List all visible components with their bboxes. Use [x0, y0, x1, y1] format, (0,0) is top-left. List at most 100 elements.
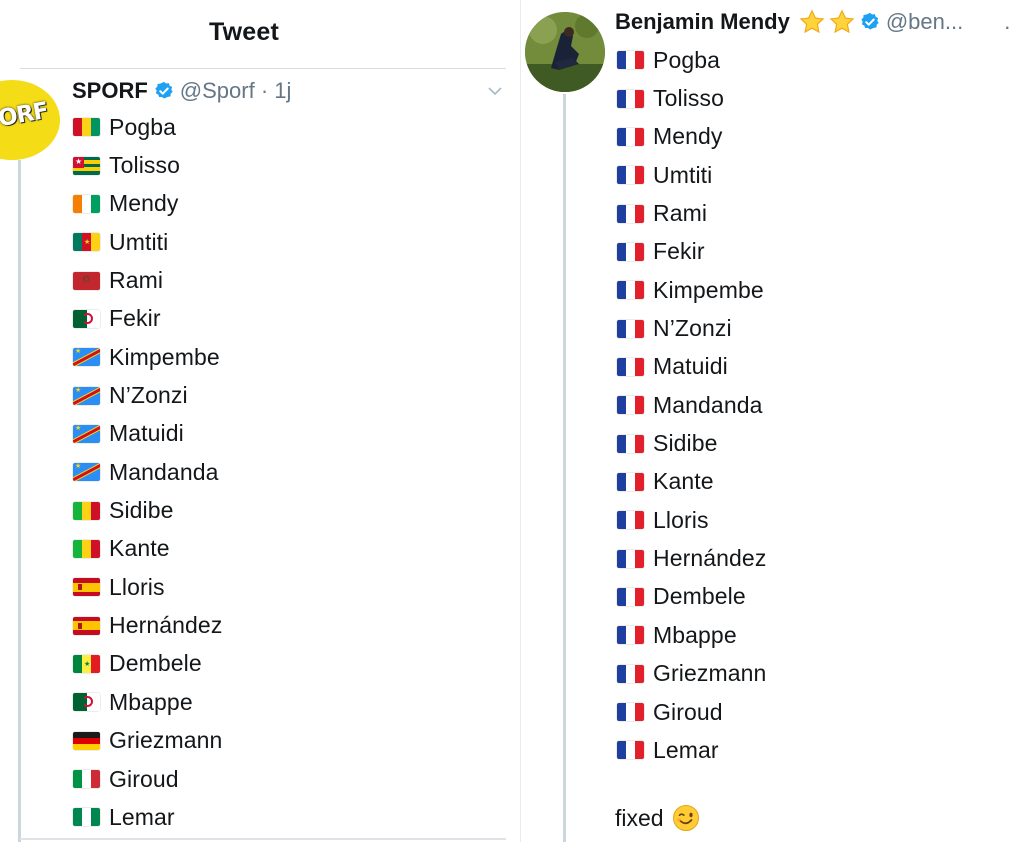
france-flag-icon: [617, 396, 644, 415]
france-flag-icon: [617, 319, 644, 338]
player-list: Pogba Tolisso Mendy Umtiti Rami Fekir Kimpembe…: [617, 41, 766, 770]
author-name[interactable]: Benjamin Mendy: [615, 9, 790, 35]
bottom-divider: [20, 838, 506, 840]
list-item: ★ N’Zonzi: [73, 376, 222, 414]
player-name: Mendy: [109, 190, 179, 217]
list-item: Sidibe: [73, 491, 222, 529]
list-item: Lemar: [617, 731, 766, 769]
france-flag-icon: [617, 587, 644, 606]
original-tweet-panel: Tweet ORF SPORF @Sporf · 1j Pogba ★ Toliss…: [0, 0, 508, 842]
ivory-coast-flag-icon: [73, 194, 100, 213]
list-item: Fekir: [73, 300, 222, 338]
france-flag-icon: [617, 626, 644, 645]
chevron-down-icon[interactable]: [488, 86, 502, 96]
list-item: Mendy: [617, 118, 766, 156]
list-item: Giroud: [617, 693, 766, 731]
list-item: Kante: [617, 463, 766, 501]
france-flag-icon: [617, 664, 644, 683]
france-flag-icon: [617, 281, 644, 300]
france-flag-icon: [617, 434, 644, 453]
player-list: Pogba ★ Tolisso Mendy ★ Umtiti ✩ Rami Fekir ★ Kimp…: [73, 108, 222, 837]
france-flag-icon: [617, 511, 644, 530]
mendy-avatar[interactable]: [525, 12, 605, 92]
thread-line: [563, 94, 566, 842]
list-item: Lloris: [617, 501, 766, 539]
author-name[interactable]: SPORF: [72, 78, 148, 104]
nigeria-flag-icon: [73, 808, 100, 827]
france-flag-icon: [617, 357, 644, 376]
player-name: N’Zonzi: [653, 315, 732, 342]
player-name: Giroud: [653, 698, 723, 725]
player-name: Kante: [109, 535, 170, 562]
player-name: Hernández: [109, 612, 223, 639]
list-item: Hernández: [73, 606, 222, 644]
list-item: ★ Dembele: [73, 645, 222, 683]
star-icon: [799, 9, 825, 34]
star-emojis: [798, 8, 858, 36]
list-item: N’Zonzi: [617, 309, 766, 347]
player-name: Lemar: [653, 736, 719, 763]
list-item: Fekir: [617, 233, 766, 271]
player-name: Pogba: [109, 113, 177, 140]
winking-face-icon: [672, 805, 699, 831]
dr-congo-flag-icon: ★: [73, 424, 100, 443]
france-flag-icon: [617, 89, 644, 108]
player-name: Sidibe: [109, 497, 174, 524]
player-name: Hernández: [653, 545, 767, 572]
reply-footer: fixed: [615, 804, 700, 832]
dr-congo-flag-icon: ★: [73, 348, 100, 367]
list-item: Mendy: [73, 185, 222, 223]
player-name: Rami: [653, 200, 708, 227]
dr-congo-flag-icon: ★: [73, 463, 100, 482]
list-item: Mandanda: [617, 386, 766, 424]
france-flag-icon: [617, 472, 644, 491]
player-name: Umtiti: [653, 161, 713, 188]
author-handle[interactable]: @ben...: [886, 9, 963, 35]
algeria-flag-icon: [73, 693, 100, 712]
list-item: ★ Matuidi: [73, 415, 222, 453]
france-flag-icon: [617, 166, 644, 185]
france-flag-icon: [617, 127, 644, 146]
list-item: Hernández: [617, 539, 766, 577]
player-name: Griezmann: [109, 727, 223, 754]
cameroon-flag-icon: ★: [73, 233, 100, 252]
player-name: Kimpembe: [109, 343, 220, 370]
author-handle-time[interactable]: @Sporf · 1j: [180, 78, 292, 104]
player-name: Tolisso: [653, 85, 725, 112]
player-name: Kimpembe: [653, 276, 764, 303]
panel-gap: [506, 0, 520, 842]
tweet-author-row: SPORF @Sporf · 1j: [72, 78, 291, 104]
list-item: Mbappe: [617, 616, 766, 654]
mali-flag-icon: [73, 501, 100, 520]
mali-flag-icon: [73, 539, 100, 558]
more-options-icon[interactable]: ·: [1004, 14, 1011, 40]
france-flag-icon: [617, 703, 644, 722]
player-name: Lloris: [109, 573, 165, 600]
list-item: ★ Kimpembe: [73, 338, 222, 376]
france-flag-icon: [617, 51, 644, 70]
player-name: Sidibe: [653, 430, 718, 457]
list-item: Tolisso: [617, 79, 766, 117]
germany-flag-icon: [73, 731, 100, 750]
avatar-photo: [525, 12, 605, 92]
spain-flag-icon: [73, 616, 100, 635]
list-item: Lemar: [73, 798, 222, 836]
verified-badge-icon: [861, 12, 879, 30]
player-name: Mbappe: [109, 688, 193, 715]
player-name: Mbappe: [653, 621, 737, 648]
france-flag-icon: [617, 549, 644, 568]
player-name: Mandanda: [653, 391, 763, 418]
list-item: Griezmann: [73, 722, 222, 760]
togo-flag-icon: ★: [73, 156, 100, 175]
player-name: Dembele: [109, 650, 202, 677]
list-item: Pogba: [73, 108, 222, 146]
sporf-avatar[interactable]: ORF: [0, 80, 60, 160]
list-item: ★ Mandanda: [73, 453, 222, 491]
page-title: Tweet: [209, 18, 279, 46]
list-item: Matuidi: [617, 348, 766, 386]
player-name: Giroud: [109, 765, 179, 792]
france-flag-icon: [617, 242, 644, 261]
guinea-flag-icon: [73, 118, 100, 137]
spain-flag-icon: [73, 578, 100, 597]
list-item: Griezmann: [617, 655, 766, 693]
